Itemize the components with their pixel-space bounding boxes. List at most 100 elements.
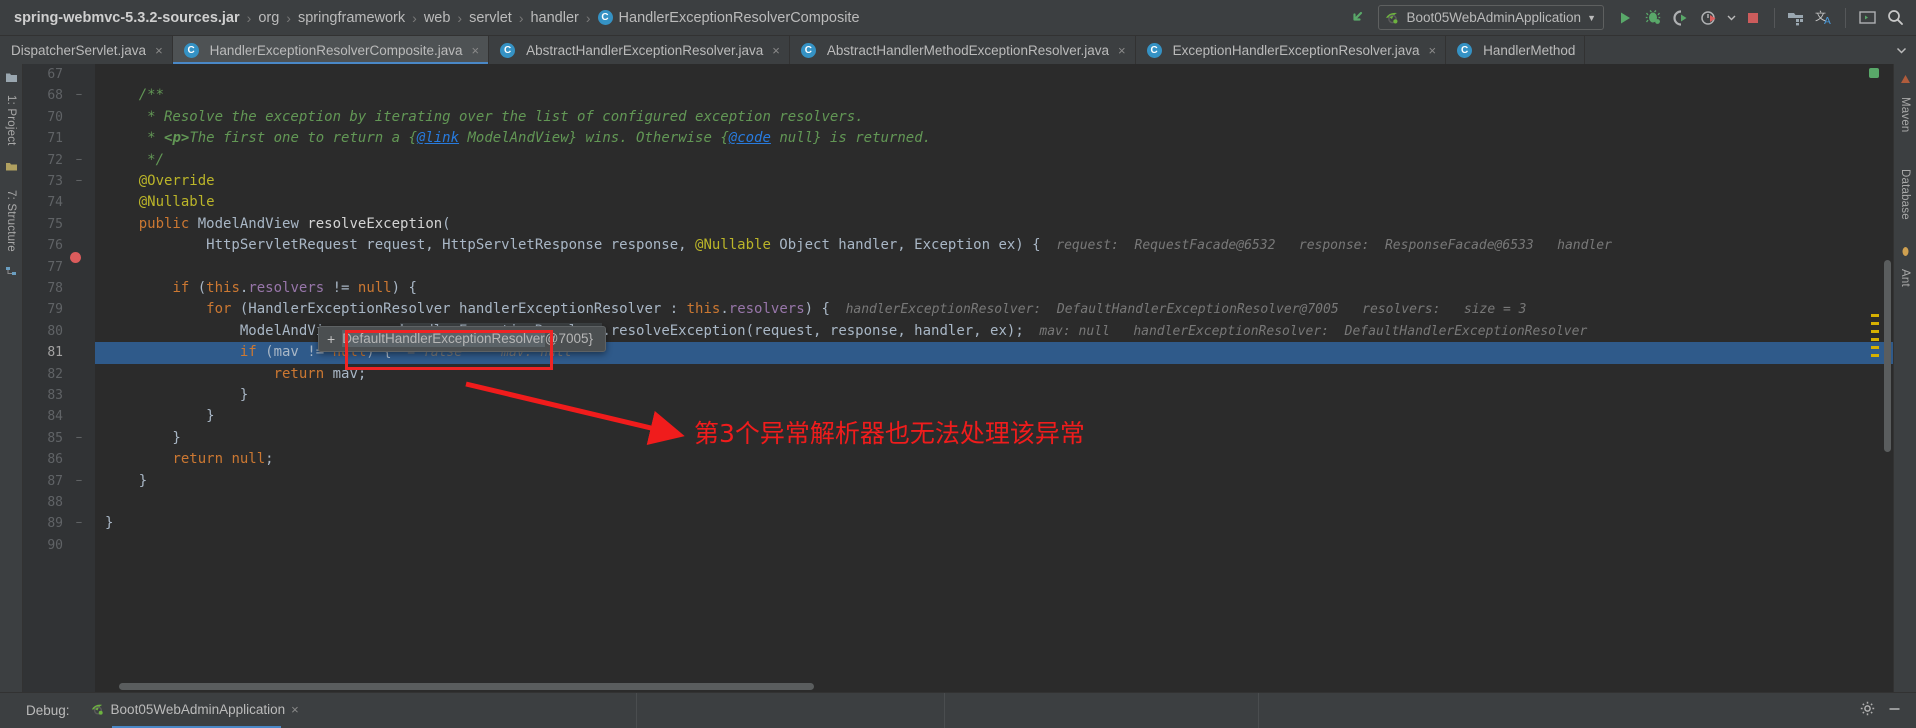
structure-icon[interactable] bbox=[5, 265, 18, 278]
back-arrow-icon[interactable] bbox=[1344, 5, 1370, 31]
code-fold-toggle[interactable]: − bbox=[73, 85, 85, 106]
code-line[interactable]: for (HandlerExceptionResolver handlerExc… bbox=[95, 299, 1893, 320]
breadcrumb-item[interactable]: org bbox=[258, 0, 279, 35]
translate-button[interactable]: 文 A bbox=[1811, 5, 1837, 31]
breadcrumb-label: springframework bbox=[297, 9, 406, 26]
sidebar-item-ant[interactable]: Ant bbox=[1899, 263, 1911, 293]
code-line[interactable]: /** bbox=[95, 85, 1893, 106]
run-coverage-button[interactable] bbox=[1668, 5, 1694, 31]
warning-stripe[interactable] bbox=[1871, 322, 1879, 325]
breadcrumb-separator: › bbox=[585, 9, 591, 26]
breadcrumb-separator: › bbox=[246, 9, 252, 26]
minimize-icon[interactable] bbox=[1887, 701, 1902, 721]
code-line[interactable]: } bbox=[95, 385, 1893, 406]
warning-stripe[interactable] bbox=[1871, 314, 1879, 317]
sidebar-item-maven[interactable]: Maven bbox=[1899, 91, 1911, 139]
code-line[interactable]: } bbox=[95, 471, 1893, 492]
code-line[interactable]: } bbox=[95, 513, 1893, 534]
code-line[interactable]: * Resolve the exception by iterating ove… bbox=[95, 107, 1893, 128]
breadcrumb-label: servlet bbox=[469, 9, 512, 26]
code-token: ( bbox=[442, 215, 451, 232]
code-line[interactable]: public ModelAndView resolveException( bbox=[95, 214, 1893, 235]
code-token: } bbox=[105, 387, 249, 403]
run-button[interactable] bbox=[1612, 5, 1638, 31]
chevron-down-icon[interactable]: ▼ bbox=[1587, 13, 1596, 23]
code-line[interactable]: */ bbox=[95, 150, 1893, 171]
stop-button[interactable] bbox=[1740, 5, 1766, 31]
sidebar-item-project[interactable]: 1: Project bbox=[5, 89, 17, 152]
search-everywhere-button[interactable] bbox=[1882, 5, 1908, 31]
debug-value-tooltip[interactable]: + DefaultHandlerExceptionResolver@7005} bbox=[318, 326, 607, 352]
debug-button[interactable] bbox=[1640, 5, 1666, 31]
close-icon[interactable]: × bbox=[291, 702, 299, 717]
code-line[interactable] bbox=[95, 535, 1893, 556]
close-icon[interactable]: × bbox=[1118, 43, 1126, 58]
run-configuration-selector[interactable]: Boot05WebAdminApplication ▼ bbox=[1378, 5, 1604, 30]
code-line[interactable]: @Nullable bbox=[95, 192, 1893, 213]
breadcrumb-item[interactable]: web bbox=[424, 0, 451, 35]
warning-stripe[interactable] bbox=[1871, 330, 1879, 333]
editor-horizontal-scrollbar-thumb[interactable] bbox=[119, 683, 814, 690]
editor-tab[interactable]: DispatcherServlet.java × bbox=[0, 36, 173, 64]
breadcrumb-item[interactable]: springframework bbox=[298, 0, 405, 35]
warning-stripe[interactable] bbox=[1871, 354, 1879, 357]
code-line[interactable] bbox=[95, 64, 1893, 85]
ant-icon[interactable] bbox=[1899, 245, 1912, 258]
project-icon[interactable] bbox=[5, 71, 18, 84]
close-icon[interactable]: × bbox=[772, 43, 780, 58]
terminal-button[interactable] bbox=[1854, 5, 1880, 31]
editor-vertical-scrollbar[interactable] bbox=[1884, 260, 1891, 452]
breadcrumb-item[interactable]: C HandlerExceptionResolverComposite bbox=[597, 0, 860, 35]
editor-tab[interactable]: C AbstractHandlerMethodExceptionResolver.… bbox=[790, 36, 1136, 64]
code-editor[interactable]: 67 68−70 71 72−73−74 75 76 77 78 79 80 81 82 83 84 85−… bbox=[23, 64, 1893, 692]
warning-stripe[interactable] bbox=[1871, 346, 1879, 349]
debug-session-tab[interactable]: Boot05WebAdminApplication × bbox=[90, 702, 299, 728]
editor-tab[interactable]: C HandlerMethod bbox=[1446, 36, 1586, 64]
editor-tab-bar: DispatcherServlet.java × C HandlerException… bbox=[0, 36, 1916, 64]
breadcrumb-item[interactable]: spring-webmvc-5.3.2-sources.jar bbox=[14, 0, 240, 35]
bottom-divider-3 bbox=[1258, 693, 1259, 728]
profiler-dropdown-chevron-down-icon[interactable] bbox=[1724, 5, 1738, 31]
inline-debug-hint[interactable]: request: RequestFacade@6532 response: Re… bbox=[1041, 238, 1612, 253]
close-icon[interactable]: × bbox=[155, 43, 163, 58]
line-number: 70 bbox=[47, 109, 63, 125]
breadcrumb-item[interactable]: handler bbox=[530, 0, 578, 35]
tab-overflow-chevron-down-icon[interactable] bbox=[1887, 36, 1916, 64]
code-fold-toggle[interactable]: − bbox=[73, 150, 85, 171]
code-line[interactable] bbox=[95, 257, 1893, 278]
gear-icon[interactable] bbox=[1860, 701, 1875, 721]
inline-debug-hint[interactable]: handlerExceptionResolver: DefaultHandler… bbox=[830, 302, 1527, 317]
code-line[interactable] bbox=[95, 492, 1893, 513]
breadcrumb-item[interactable]: servlet bbox=[469, 0, 512, 35]
code-line[interactable]: HttpServletRequest request, HttpServletR… bbox=[95, 235, 1893, 256]
profiler-button[interactable] bbox=[1696, 5, 1722, 31]
code-line[interactable]: return mav; bbox=[95, 364, 1893, 385]
project-structure-button[interactable] bbox=[1783, 5, 1809, 31]
code-fold-toggle[interactable]: − bbox=[73, 513, 85, 534]
editor-tab[interactable]: C HandlerExceptionResolverComposite.java × bbox=[172, 36, 490, 64]
inline-debug-hint[interactable]: mav: null handlerExceptionResolver: Defa… bbox=[1024, 324, 1587, 339]
warning-stripe[interactable] bbox=[1871, 338, 1879, 341]
code-fold-toggle[interactable]: − bbox=[73, 428, 85, 449]
editor-tab[interactable]: C AbstractHandlerExceptionResolver.java × bbox=[489, 36, 790, 64]
editor-tab[interactable]: C ExceptionHandlerExceptionResolver.java × bbox=[1136, 36, 1447, 64]
code-line[interactable]: @Override bbox=[95, 171, 1893, 192]
sidebar-item-structure[interactable]: 7: Structure bbox=[5, 184, 17, 258]
expand-plus-icon[interactable]: + bbox=[327, 332, 335, 346]
code-fold-toggle[interactable]: − bbox=[73, 171, 85, 192]
code-fold-toggle[interactable]: − bbox=[73, 471, 85, 492]
code-line[interactable]: * <p>The first one to return a {@link Mo… bbox=[95, 128, 1893, 149]
maven-icon[interactable] bbox=[1899, 73, 1912, 86]
folder-icon[interactable] bbox=[5, 160, 18, 173]
code-content[interactable]: /** * Resolve the exception by iterating… bbox=[95, 64, 1893, 692]
code-line[interactable]: return null; bbox=[95, 449, 1893, 470]
code-token: ( bbox=[189, 280, 207, 296]
editor-gutter[interactable]: 67 68−70 71 72−73−74 75 76 77 78 79 80 81 82 83 84 85−… bbox=[23, 64, 95, 692]
close-icon[interactable]: × bbox=[1428, 43, 1436, 58]
code-line[interactable]: if (this.resolvers != null) { bbox=[95, 278, 1893, 299]
sidebar-item-database[interactable]: Database bbox=[1899, 163, 1911, 226]
close-icon[interactable]: × bbox=[472, 43, 480, 58]
breakpoint-marker[interactable] bbox=[70, 252, 81, 263]
editor-horizontal-scrollbar-track[interactable] bbox=[95, 680, 1893, 692]
